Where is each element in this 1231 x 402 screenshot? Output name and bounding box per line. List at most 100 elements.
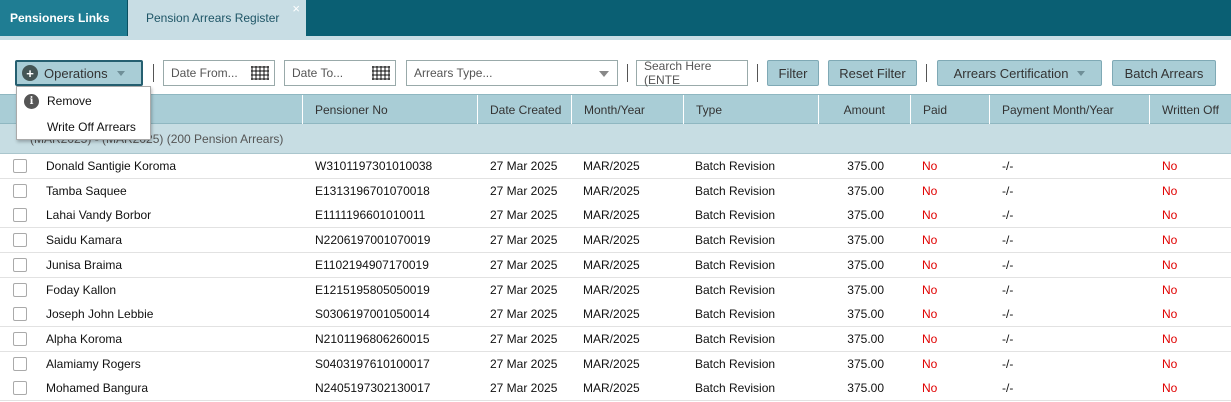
type-cell: Batch Revision xyxy=(695,282,776,297)
type-cell: Batch Revision xyxy=(695,233,776,248)
info-icon: i xyxy=(24,94,39,109)
month-year-cell: MAR/2025 xyxy=(583,208,640,223)
date-created-cell: 27 Mar 2025 xyxy=(490,381,558,396)
close-icon[interactable]: × xyxy=(292,2,300,15)
row-checkbox[interactable] xyxy=(13,356,27,371)
column-header-amount[interactable]: Amount xyxy=(818,95,910,124)
type-cell: Batch Revision xyxy=(695,159,776,173)
plus-circle-icon: + xyxy=(22,65,38,81)
paid-cell: No xyxy=(922,307,938,322)
table-row[interactable]: Foday Kallon E1215195805050019 27 Mar 2025… xyxy=(0,277,1231,303)
written-off-cell: No xyxy=(1162,356,1178,371)
row-checkbox[interactable] xyxy=(13,257,27,272)
payment-month-year-cell: -/- xyxy=(1002,282,1014,297)
payment-month-year-cell: -/- xyxy=(1002,159,1014,173)
column-header-pensioner-no[interactable]: Pensioner No xyxy=(302,95,477,124)
column-header-paid[interactable]: Paid xyxy=(910,95,989,124)
date-to-field[interactable]: Date To... xyxy=(284,60,396,86)
group-row[interactable]: (MAR2025) - (MAR2025) (200 Pension Arrea… xyxy=(0,124,1231,154)
table-row[interactable]: Alamiamy Rogers S0403197610100017 27 Mar 2… xyxy=(0,351,1231,377)
month-year-cell: MAR/2025 xyxy=(583,183,640,198)
type-cell: Batch Revision xyxy=(695,307,776,322)
type-cell: Batch Revision xyxy=(695,257,776,272)
table-row[interactable]: Tamba Saquee E1313196701070018 27 Mar 2025… xyxy=(0,178,1231,204)
paid-cell: No xyxy=(922,356,938,371)
calendar-icon[interactable] xyxy=(372,66,390,80)
table-row[interactable]: Saidu Kamara N2206197001070019 27 Mar 2025… xyxy=(0,228,1231,254)
row-checkbox[interactable] xyxy=(13,381,27,396)
row-checkbox[interactable] xyxy=(13,208,27,223)
written-off-cell: No xyxy=(1162,307,1178,322)
written-off-cell: No xyxy=(1162,381,1178,396)
column-header-month-year[interactable]: Month/Year xyxy=(571,95,683,124)
grid-header: Pensioner No Date Created Month/Year Typ… xyxy=(0,94,1231,124)
operations-label: Operations xyxy=(44,65,108,81)
tab-label: Pensioners Links xyxy=(10,11,110,25)
date-created-cell: 27 Mar 2025 xyxy=(490,233,558,248)
calendar-icon[interactable] xyxy=(251,66,269,80)
paid-cell: No xyxy=(922,159,938,173)
column-header-payment-month-year[interactable]: Payment Month/Year xyxy=(989,95,1149,124)
table-row[interactable]: Lahai Vandy Borbor E1111196601010011 27 Ma… xyxy=(0,203,1231,229)
chevron-down-icon xyxy=(116,70,125,76)
batch-arrears-button[interactable]: Batch Arrears xyxy=(1112,60,1216,86)
row-checkbox[interactable] xyxy=(13,307,27,322)
date-created-cell: 27 Mar 2025 xyxy=(490,257,558,272)
menu-item-label: Remove xyxy=(47,94,92,108)
search-input[interactable]: Search Here (ENTE xyxy=(636,59,748,87)
row-checkbox[interactable] xyxy=(13,233,27,248)
payment-month-year-cell: -/- xyxy=(1002,257,1014,272)
toolbar: + Operations Date From... Date To... Arr… xyxy=(0,40,1231,94)
column-header-written-off[interactable]: Written Off xyxy=(1149,95,1231,124)
row-checkbox[interactable] xyxy=(13,282,27,297)
paid-cell: No xyxy=(922,183,938,198)
pensioner-name-cell: Alamiamy Rogers xyxy=(46,356,141,371)
paid-cell: No xyxy=(922,257,938,272)
payment-month-year-cell: -/- xyxy=(1002,307,1014,322)
reset-filter-button[interactable]: Reset Filter xyxy=(828,60,917,86)
payment-month-year-cell: -/- xyxy=(1002,381,1014,396)
tab-pensioners-links[interactable]: Pensioners Links xyxy=(0,0,128,36)
written-off-cell: No xyxy=(1162,233,1178,248)
pensioner-no-cell: S0306197001050014 xyxy=(315,307,430,322)
table-row[interactable]: Junisa Braima E1102194907170019 27 Mar 202… xyxy=(0,252,1231,278)
chevron-down-icon xyxy=(599,71,609,77)
pensioner-no-cell: N2206197001070019 xyxy=(315,233,431,248)
filter-button[interactable]: Filter xyxy=(767,60,819,86)
type-cell: Batch Revision xyxy=(695,331,776,346)
amount-cell: 375.00 xyxy=(847,208,884,223)
row-checkbox[interactable] xyxy=(13,331,27,346)
date-created-cell: 27 Mar 2025 xyxy=(490,356,558,371)
arrears-certification-button[interactable]: Arrears Certification xyxy=(937,60,1102,86)
pensioner-no-cell: E1313196701070018 xyxy=(315,183,430,198)
amount-cell: 375.00 xyxy=(847,233,884,248)
tab-pension-arrears-register[interactable]: Pension Arrears Register × xyxy=(128,0,306,36)
row-checkbox[interactable] xyxy=(13,183,27,198)
date-to-placeholder: Date To... xyxy=(292,66,344,80)
arrears-type-select[interactable]: Arrears Type... xyxy=(406,60,618,86)
date-from-field[interactable]: Date From... xyxy=(163,60,275,86)
filter-label: Filter xyxy=(778,65,808,81)
amount-cell: 375.00 xyxy=(847,159,884,173)
toolbar-divider xyxy=(926,64,927,82)
table-row[interactable]: Mohamed Bangura N2405197302130017 27 Mar 2… xyxy=(0,376,1231,402)
pensioner-name-cell: Alpha Koroma xyxy=(46,331,123,346)
column-header-date-created[interactable]: Date Created xyxy=(477,95,571,124)
paid-cell: No xyxy=(922,233,938,248)
paid-cell: No xyxy=(922,208,938,223)
table-row[interactable]: Donald Santigie Koroma W3101197301010038 2… xyxy=(0,154,1231,179)
type-cell: Batch Revision xyxy=(695,208,776,223)
operations-button[interactable]: + Operations xyxy=(15,60,143,86)
table-row[interactable]: Joseph John Lebbie S0306197001050014 27 Ma… xyxy=(0,302,1231,328)
pensioner-no-cell: N2405197302130017 xyxy=(315,381,431,396)
month-year-cell: MAR/2025 xyxy=(583,233,640,248)
written-off-cell: No xyxy=(1162,282,1178,297)
menu-item-remove[interactable]: i Remove xyxy=(17,89,150,113)
chevron-down-icon xyxy=(1077,70,1086,76)
column-header-type[interactable]: Type xyxy=(683,95,818,124)
menu-item-write-off-arrears[interactable]: Write Off Arrears xyxy=(17,115,150,139)
month-year-cell: MAR/2025 xyxy=(583,159,640,173)
table-row[interactable]: Alpha Koroma N2101196806260015 27 Mar 2025… xyxy=(0,326,1231,352)
row-checkbox[interactable] xyxy=(13,159,27,173)
arrears-type-placeholder: Arrears Type... xyxy=(414,66,493,80)
